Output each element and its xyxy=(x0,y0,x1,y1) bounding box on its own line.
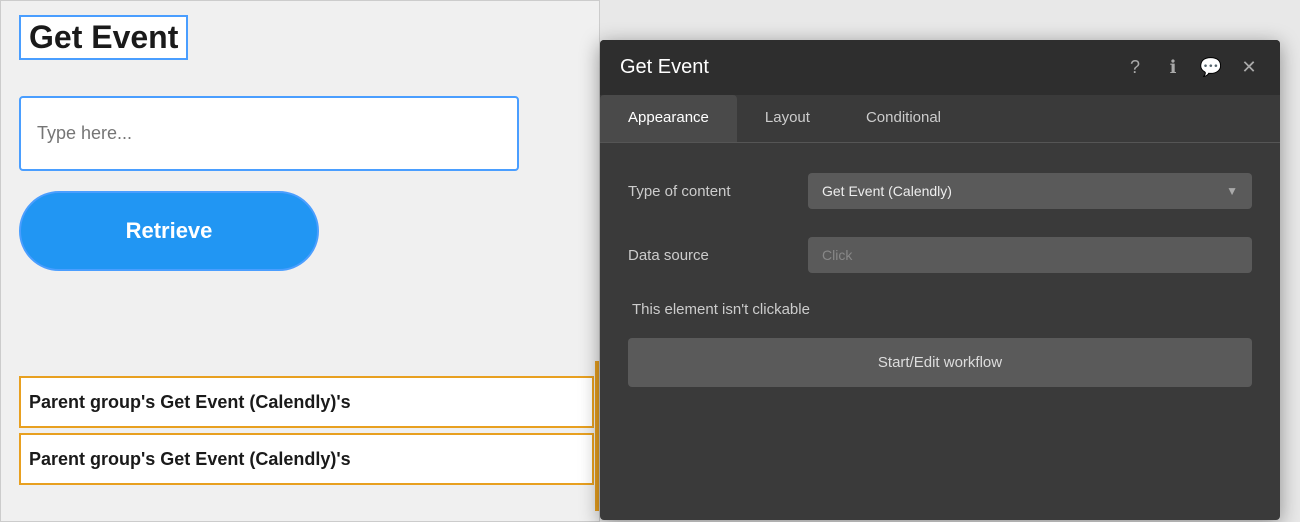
chat-icon[interactable]: 💬 xyxy=(1200,57,1222,79)
not-clickable-label: This element isn't clickable xyxy=(628,301,1252,318)
canvas-area: Get Event Retrieve Parent group's Get Ev… xyxy=(0,0,600,522)
canvas-input-wrapper[interactable] xyxy=(19,96,519,171)
panel-title: Get Event xyxy=(620,56,709,79)
type-of-content-label: Type of content xyxy=(628,183,808,200)
data-source-label: Data source xyxy=(628,247,808,264)
panel: Get Event ? ℹ 💬 ✕ Appearance Layout Cond… xyxy=(600,40,1280,520)
parent-group-row-2: Parent group's Get Event (Calendly)'s xyxy=(19,433,594,485)
tab-layout[interactable]: Layout xyxy=(737,95,838,142)
right-accent xyxy=(595,361,599,511)
canvas-text-input[interactable] xyxy=(37,123,501,144)
panel-icon-group: ? ℹ 💬 ✕ xyxy=(1124,57,1260,79)
type-of-content-row: Type of content Get Event (Calendly) ▼ xyxy=(628,173,1252,209)
type-of-content-dropdown[interactable]: Get Event (Calendly) ▼ xyxy=(808,173,1252,209)
panel-body: Type of content Get Event (Calendly) ▼ D… xyxy=(600,143,1280,417)
tab-conditional[interactable]: Conditional xyxy=(838,95,969,142)
panel-header: Get Event ? ℹ 💬 ✕ xyxy=(600,40,1280,95)
data-source-row: Data source Click xyxy=(628,237,1252,273)
close-icon[interactable]: ✕ xyxy=(1238,57,1260,79)
workflow-button[interactable]: Start/Edit workflow xyxy=(628,338,1252,387)
data-source-input[interactable]: Click xyxy=(808,237,1252,273)
retrieve-button[interactable]: Retrieve xyxy=(19,191,319,271)
info-icon[interactable]: ℹ xyxy=(1162,57,1184,79)
dropdown-arrow-icon: ▼ xyxy=(1226,184,1238,198)
help-icon[interactable]: ? xyxy=(1124,57,1146,79)
type-of-content-value: Get Event (Calendly) xyxy=(822,183,952,199)
panel-tabs: Appearance Layout Conditional xyxy=(600,95,1280,143)
canvas-title: Get Event xyxy=(19,15,188,60)
parent-group-row-1: Parent group's Get Event (Calendly)'s xyxy=(19,376,594,428)
tab-appearance[interactable]: Appearance xyxy=(600,95,737,142)
